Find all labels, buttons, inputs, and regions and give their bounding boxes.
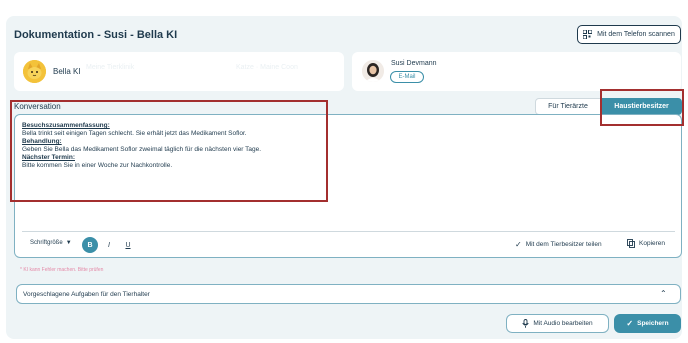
scan-phone-button[interactable]: Mit dem Telefon scannen <box>577 25 681 44</box>
share-label: Mit dem Tierbesitzer teilen <box>525 241 602 248</box>
scan-phone-label: Mit dem Telefon scannen <box>597 31 675 38</box>
email-badge[interactable]: E-Mail <box>390 71 424 83</box>
caret-down-icon: ▼ <box>65 240 72 246</box>
suggested-tasks-label: Vorgeschlagene Aufgaben für den Tierhalt… <box>23 291 150 298</box>
save-label: Speichern <box>637 320 669 327</box>
copy-label: Kopieren <box>639 240 666 247</box>
owner-card: Susi Devmann E-Mail <box>352 52 681 91</box>
highlight-tab-box <box>600 89 684 126</box>
microphone-icon <box>522 319 530 328</box>
copy-icon <box>627 239 635 248</box>
highlight-note-box <box>10 100 328 202</box>
owner-name: Susi Devmann <box>391 60 437 67</box>
page-title: Dokumentation - Susi - Bella KI <box>14 29 178 41</box>
cat-avatar-icon <box>23 60 46 83</box>
copy-button[interactable]: Kopieren <box>627 239 665 248</box>
edit-with-audio-label: Mit Audio bearbeiten <box>533 320 593 327</box>
chevron-up-icon[interactable]: ⌃ <box>660 289 667 298</box>
qr-code-icon <box>583 30 593 39</box>
bold-button[interactable]: B <box>82 237 98 253</box>
italic-button[interactable]: I <box>101 237 117 253</box>
pet-name: Bella KI <box>53 67 81 76</box>
toolbar-divider <box>22 231 675 232</box>
font-size-select[interactable]: Schriftgröße ▼ <box>30 240 72 246</box>
pet-card: Bella KI Meine Tierklinik Katze · Maine … <box>14 52 344 91</box>
edit-with-audio-button[interactable]: Mit Audio bearbeiten <box>506 314 609 333</box>
person-avatar-icon <box>362 60 384 82</box>
save-button[interactable]: ✓ Speichern <box>614 314 681 333</box>
underline-button[interactable]: U <box>120 237 136 253</box>
pet-breed-text: Katze · Maine Coon <box>236 64 298 71</box>
ai-disclaimer: * KI kann Fehler machen. Bitte prüfen <box>20 267 104 273</box>
pet-clinic-text: Meine Tierklinik <box>86 64 135 71</box>
share-with-owner-button[interactable]: ✓ Mit dem Tierbesitzer teilen <box>515 240 602 249</box>
check-icon: ✓ <box>515 240 522 249</box>
tab-vets[interactable]: Für Tierärzte <box>535 98 601 115</box>
check-icon: ✓ <box>626 319 634 328</box>
font-size-label: Schriftgröße <box>30 240 63 246</box>
